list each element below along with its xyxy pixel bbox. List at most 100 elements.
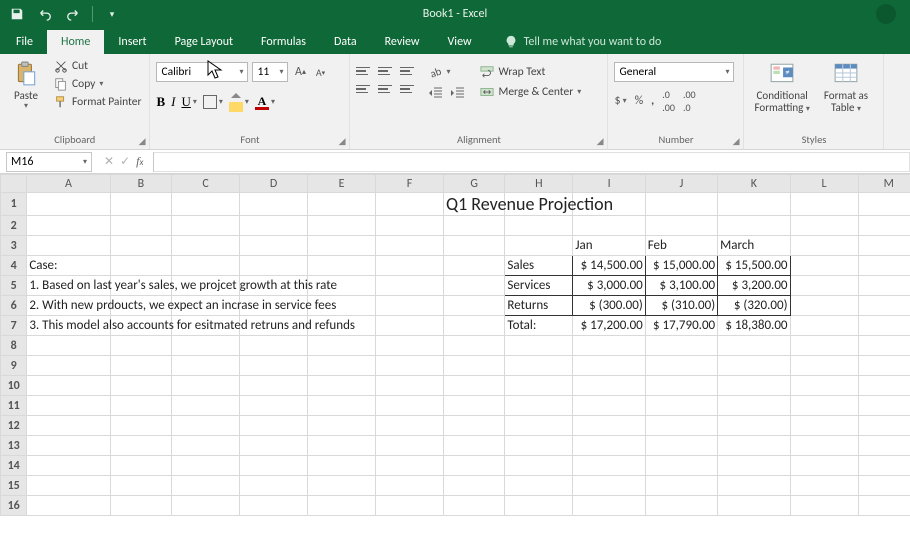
increase-indent-button[interactable] bbox=[450, 86, 466, 104]
cell-F6[interactable] bbox=[376, 296, 444, 316]
col-header-G[interactable]: G bbox=[444, 175, 505, 193]
row-header-5[interactable]: 5 bbox=[1, 276, 27, 296]
col-header-M[interactable]: M bbox=[858, 175, 910, 193]
cell-M3[interactable] bbox=[858, 236, 910, 256]
row-header-16[interactable]: 16 bbox=[1, 496, 27, 516]
col-header-D[interactable]: D bbox=[240, 175, 308, 193]
cell-A16[interactable] bbox=[27, 496, 110, 516]
enter-formula-icon[interactable]: ✓ bbox=[120, 154, 130, 169]
cell-H10[interactable] bbox=[505, 376, 573, 396]
cell-E5[interactable] bbox=[308, 276, 376, 296]
cell-G13[interactable] bbox=[444, 436, 505, 456]
align-right-button[interactable] bbox=[400, 82, 416, 96]
cell-M6[interactable] bbox=[858, 296, 910, 316]
cell-A1[interactable] bbox=[27, 193, 110, 216]
formula-input[interactable] bbox=[153, 152, 910, 172]
cell-K16[interactable] bbox=[718, 496, 790, 516]
cell-F7[interactable] bbox=[376, 316, 444, 336]
cell-I12[interactable] bbox=[573, 416, 645, 436]
cell-I4[interactable]: $ 14,500.00 bbox=[573, 256, 645, 276]
align-center-button[interactable] bbox=[378, 82, 394, 96]
cell-A15[interactable] bbox=[27, 476, 110, 496]
cell-G9[interactable] bbox=[444, 356, 505, 376]
cell-C11[interactable] bbox=[172, 396, 240, 416]
cell-J4[interactable]: $ 15,000.00 bbox=[645, 256, 717, 276]
cell-B16[interactable] bbox=[110, 496, 171, 516]
cell-E6[interactable] bbox=[308, 296, 376, 316]
cell-D6[interactable] bbox=[240, 296, 308, 316]
cell-F2[interactable] bbox=[376, 216, 444, 236]
cell-M1[interactable] bbox=[858, 193, 910, 216]
cell-K15[interactable] bbox=[718, 476, 790, 496]
cell-J12[interactable] bbox=[645, 416, 717, 436]
name-box[interactable]: M16▾ bbox=[6, 152, 92, 172]
cell-L6[interactable] bbox=[790, 296, 858, 316]
cell-M9[interactable] bbox=[858, 356, 910, 376]
cell-C13[interactable] bbox=[172, 436, 240, 456]
cell-A12[interactable] bbox=[27, 416, 110, 436]
format-as-table-button[interactable]: Format asTable ▾ bbox=[820, 58, 872, 116]
cell-D5[interactable] bbox=[240, 276, 308, 296]
cell-H3[interactable] bbox=[505, 236, 573, 256]
worksheet-grid[interactable]: ABCDEFGHIJKLM1Q1 Revenue Projection23Jan… bbox=[0, 174, 910, 546]
cell-I16[interactable] bbox=[573, 496, 645, 516]
row-header-14[interactable]: 14 bbox=[1, 456, 27, 476]
cell-G8[interactable] bbox=[444, 336, 505, 356]
cell-L1[interactable] bbox=[790, 193, 858, 216]
cell-C6[interactable] bbox=[172, 296, 240, 316]
percent-format-button[interactable]: % bbox=[635, 94, 644, 108]
cell-G7[interactable] bbox=[444, 316, 505, 336]
cell-I1[interactable] bbox=[573, 193, 645, 216]
cell-D4[interactable] bbox=[240, 256, 308, 276]
cell-F11[interactable] bbox=[376, 396, 444, 416]
cell-G1[interactable]: Q1 Revenue Projection bbox=[444, 193, 505, 216]
cell-D16[interactable] bbox=[240, 496, 308, 516]
cell-J8[interactable] bbox=[645, 336, 717, 356]
row-header-9[interactable]: 9 bbox=[1, 356, 27, 376]
cell-K4[interactable]: $ 15,500.00 bbox=[718, 256, 790, 276]
cell-B14[interactable] bbox=[110, 456, 171, 476]
cell-F16[interactable] bbox=[376, 496, 444, 516]
cell-A7[interactable]: 3. This model also accounts for esitmate… bbox=[27, 316, 110, 336]
cell-B12[interactable] bbox=[110, 416, 171, 436]
cell-I13[interactable] bbox=[573, 436, 645, 456]
col-header-F[interactable]: F bbox=[376, 175, 444, 193]
cell-M4[interactable] bbox=[858, 256, 910, 276]
cell-J14[interactable] bbox=[645, 456, 717, 476]
tab-review[interactable]: Review bbox=[371, 30, 434, 54]
row-header-15[interactable]: 15 bbox=[1, 476, 27, 496]
cell-I14[interactable] bbox=[573, 456, 645, 476]
col-header-J[interactable]: J bbox=[645, 175, 717, 193]
cell-E8[interactable] bbox=[308, 336, 376, 356]
tab-formulas[interactable]: Formulas bbox=[247, 30, 320, 54]
cell-B9[interactable] bbox=[110, 356, 171, 376]
cell-H11[interactable] bbox=[505, 396, 573, 416]
cell-A11[interactable] bbox=[27, 396, 110, 416]
tab-view[interactable]: View bbox=[434, 30, 486, 54]
cell-L2[interactable] bbox=[790, 216, 858, 236]
col-header-B[interactable]: B bbox=[110, 175, 171, 193]
cell-L9[interactable] bbox=[790, 356, 858, 376]
borders-button[interactable]: ▾ bbox=[203, 95, 223, 109]
cell-F13[interactable] bbox=[376, 436, 444, 456]
cell-J1[interactable] bbox=[645, 193, 717, 216]
row-header-1[interactable]: 1 bbox=[1, 193, 27, 216]
cell-L7[interactable] bbox=[790, 316, 858, 336]
cell-G12[interactable] bbox=[444, 416, 505, 436]
cell-I2[interactable] bbox=[573, 216, 645, 236]
cell-D3[interactable] bbox=[240, 236, 308, 256]
cell-K8[interactable] bbox=[718, 336, 790, 356]
cell-D9[interactable] bbox=[240, 356, 308, 376]
cell-M2[interactable] bbox=[858, 216, 910, 236]
cell-B15[interactable] bbox=[110, 476, 171, 496]
cell-H2[interactable] bbox=[505, 216, 573, 236]
cell-L11[interactable] bbox=[790, 396, 858, 416]
cell-C15[interactable] bbox=[172, 476, 240, 496]
cell-K10[interactable] bbox=[718, 376, 790, 396]
row-header-7[interactable]: 7 bbox=[1, 316, 27, 336]
cell-J3[interactable]: Feb bbox=[645, 236, 717, 256]
fx-icon[interactable]: fx bbox=[136, 154, 143, 169]
cell-L14[interactable] bbox=[790, 456, 858, 476]
align-bottom-button[interactable] bbox=[400, 64, 416, 78]
accounting-format-button[interactable]: $ ▾ bbox=[614, 94, 626, 108]
